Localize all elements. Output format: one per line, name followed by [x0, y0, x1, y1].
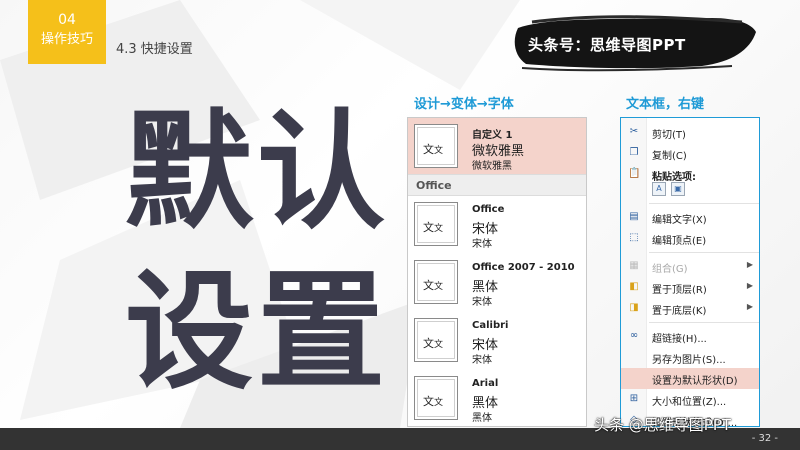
menu-label: 复制(C)	[652, 151, 687, 162]
edit-points-icon: ⬚	[629, 232, 639, 243]
thumb-char-small: 文	[434, 146, 444, 156]
font-thumbnail: 文文	[414, 260, 458, 304]
menu-label: 组合(G)	[652, 264, 688, 275]
body-font: 宋体	[472, 239, 492, 250]
font-scheme-name: Office 2007 - 2010	[472, 262, 575, 273]
watermark: 头条 @思维导图PPT	[594, 416, 732, 434]
chapter-badge: 04 操作技巧	[28, 0, 106, 64]
clipboard-icon: 📋	[628, 168, 641, 179]
paste-keep-format-icon[interactable]: A	[652, 182, 666, 196]
menu-label: 置于顶层(R)	[652, 285, 707, 296]
menu-label: 超链接(H)...	[652, 334, 707, 345]
font-scheme-name: Office	[472, 204, 505, 215]
paste-picture-icon[interactable]: ▣	[671, 182, 685, 196]
menu-item-group[interactable]: ▦ 组合(G) ▶	[621, 256, 759, 277]
group-icon: ▦	[629, 260, 639, 271]
menu-label: 编辑顶点(E)	[652, 236, 707, 247]
chapter-number: 04	[58, 12, 76, 28]
font-scheme-name: Arial	[472, 378, 499, 389]
menu-label: 另存为图片(S)...	[652, 355, 726, 366]
font-option-custom[interactable]: 文文 自定义 1 微软雅黑 微软雅黑	[408, 118, 586, 174]
submenu-arrow-icon: ▶	[746, 281, 753, 290]
caption-right-click: 文本框，右键	[626, 97, 705, 112]
font-option-office[interactable]: 文文 Office 宋体 宋体	[408, 196, 586, 254]
menu-label: 剪切(T)	[652, 130, 686, 141]
menu-item-cut[interactable]: ✂ 剪切(T)	[621, 122, 759, 143]
menu-item-edit-points[interactable]: ⬚ 编辑顶点(E)	[621, 228, 759, 249]
page-number: - 32 -	[751, 433, 778, 444]
font-thumbnail: 文文	[414, 318, 458, 362]
menu-label: 粘贴选项:	[652, 172, 696, 183]
bring-front-icon: ◧	[629, 281, 639, 292]
copy-icon: ❐	[629, 147, 639, 158]
thumb-char-small: 文	[434, 398, 444, 408]
brand-label: 头条号：思维导图PPT	[528, 36, 686, 54]
thumb-char-small: 文	[434, 340, 444, 350]
font-thumbnail: 文文	[414, 376, 458, 420]
menu-item-paste-options: 📋 粘贴选项: A ▣	[621, 164, 759, 200]
thumb-char: 文	[423, 143, 434, 156]
menu-label: 编辑文字(X)	[652, 215, 707, 226]
big-title-line1: 默认	[124, 98, 389, 247]
scissors-icon: ✂	[629, 126, 639, 137]
thumb-char-small: 文	[434, 224, 444, 234]
font-option-arial[interactable]: 文文 Arial 黑体 黑体	[408, 370, 586, 426]
font-scheme-name: Calibri	[472, 320, 509, 331]
submenu-arrow-icon: ▶	[746, 302, 753, 311]
section-title: 4.3 快捷设置	[116, 42, 193, 57]
caption-font-path: 设计→变体→字体	[414, 97, 514, 112]
edit-text-icon: ▤	[629, 211, 639, 222]
group-header-office: Office	[408, 174, 586, 196]
menu-item-copy[interactable]: ❐ 复制(C)	[621, 143, 759, 164]
menu-separator	[649, 322, 759, 323]
chapter-name: 操作技巧	[40, 32, 93, 47]
menu-label: 置于底层(K)	[652, 306, 707, 317]
menu-item-size-position[interactable]: ⊞ 大小和位置(Z)...	[621, 389, 759, 410]
body-font: 宋体	[472, 355, 492, 366]
menu-item-save-as-picture[interactable]: 另存为图片(S)...	[621, 347, 759, 368]
menu-item-set-default-shape[interactable]: 设置为默认形状(D)	[621, 368, 759, 389]
font-scheme-name: 自定义 1	[472, 130, 513, 141]
font-thumbnail: 文文	[414, 124, 458, 168]
send-back-icon: ◨	[629, 302, 639, 313]
thumb-char: 文	[423, 337, 434, 350]
font-option-calibri[interactable]: 文文 Calibri 宋体 宋体	[408, 312, 586, 370]
thumb-char-small: 文	[434, 282, 444, 292]
menu-separator	[649, 203, 759, 204]
submenu-arrow-icon: ▶	[746, 260, 753, 269]
menu-item-hyperlink[interactable]: ∞ 超链接(H)...	[621, 326, 759, 347]
link-icon: ∞	[629, 330, 639, 341]
thumb-char: 文	[423, 395, 434, 408]
context-menu: ✂ 剪切(T) ❐ 复制(C) 📋 粘贴选项: A ▣ ▤ 编辑文字(X) ⬚ …	[620, 117, 760, 427]
thumb-char: 文	[423, 221, 434, 234]
body-font: 宋体	[472, 297, 492, 308]
menu-label: 设置为默认形状(D)	[652, 376, 738, 387]
big-title-line2: 设置	[124, 258, 389, 407]
menu-item-bring-to-front[interactable]: ◧ 置于顶层(R) ▶	[621, 277, 759, 298]
font-option-office-2007[interactable]: 文文 Office 2007 - 2010 黑体 宋体	[408, 254, 586, 312]
size-position-icon: ⊞	[629, 393, 639, 404]
menu-item-send-to-back[interactable]: ◨ 置于底层(K) ▶	[621, 298, 759, 319]
body-font: 微软雅黑	[472, 161, 512, 172]
menu-separator	[649, 252, 759, 253]
menu-label: 大小和位置(Z)...	[652, 397, 727, 408]
menu-item-edit-text[interactable]: ▤ 编辑文字(X)	[621, 207, 759, 228]
body-font: 黑体	[472, 413, 492, 424]
font-thumbnail: 文文	[414, 202, 458, 246]
theme-fonts-panel: 文文 自定义 1 微软雅黑 微软雅黑 Office 文文 Office 宋体 宋…	[407, 117, 587, 427]
thumb-char: 文	[423, 279, 434, 292]
